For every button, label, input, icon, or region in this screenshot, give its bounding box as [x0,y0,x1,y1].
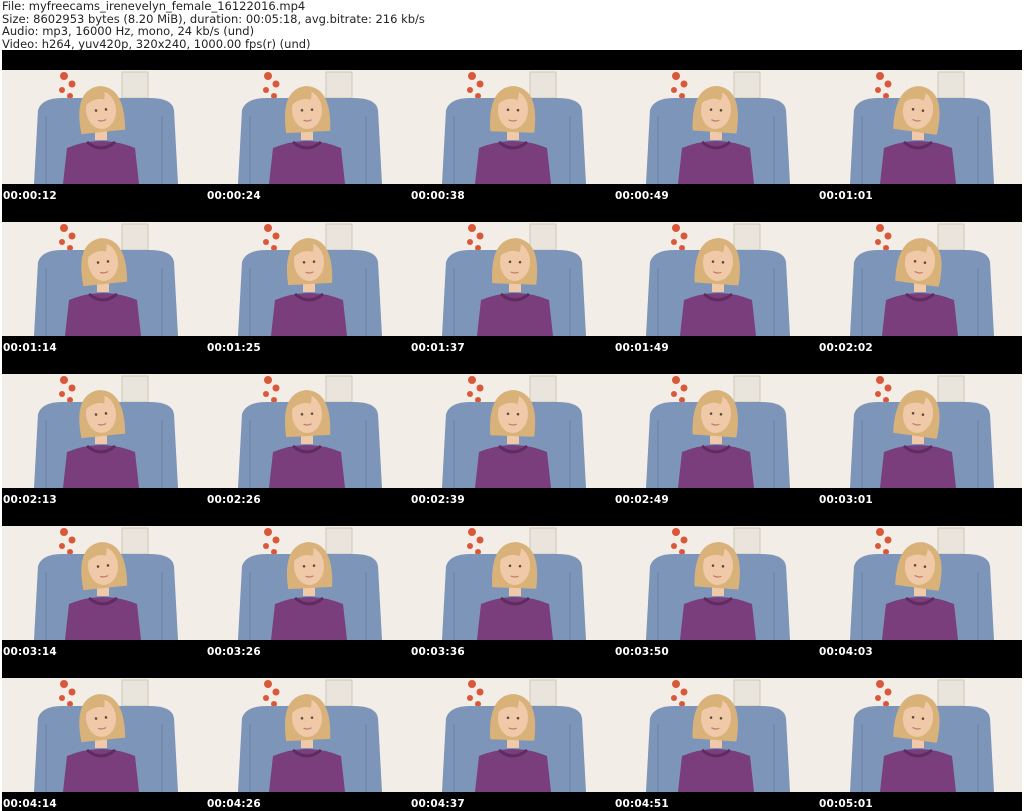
thumbnail-timestamp: 00:04:03 [819,646,873,658]
thumbnail: 00:04:51 [614,658,818,810]
thumbnail: 00:02:26 [206,354,410,506]
thumbnail-timestamp: 00:00:12 [3,190,57,202]
thumbnail: 00:01:01 [818,50,1022,202]
thumbnail-timestamp: 00:04:51 [615,798,669,810]
video-frame-image [2,374,206,488]
thumbnail-timestamp: 00:03:26 [207,646,261,658]
thumbnail: 00:03:50 [614,506,818,658]
video-frame-image [410,678,614,792]
video-frame-image [410,374,614,488]
thumbnail-timestamp: 00:04:14 [3,798,57,810]
thumbnail: 00:00:12 [2,50,206,202]
video-frame-image [614,374,818,488]
thumbnail: 00:04:14 [2,658,206,810]
video-frame-image [2,526,206,640]
thumbnail: 00:01:14 [2,202,206,354]
thumbnail-timestamp: 00:02:26 [207,494,261,506]
thumbnail-grid: 00:00:12 00:00:24 00:00:38 00:00:49 00:01:01… [2,50,1022,811]
thumbnail-timestamp: 00:03:36 [411,646,465,658]
video-frame-image [410,526,614,640]
thumbnail-timestamp: 00:00:49 [615,190,669,202]
thumbnail: 00:03:14 [2,506,206,658]
audio-info-line: Audio: mp3, 16000 Hz, mono, 24 kb/s (und… [2,24,255,38]
thumbnail: 00:01:37 [410,202,614,354]
thumbnail-timestamp: 00:04:37 [411,798,465,810]
thumbnail: 00:02:49 [614,354,818,506]
video-frame-image [206,526,410,640]
thumbnail-timestamp: 00:03:14 [3,646,57,658]
thumbnail: 00:04:37 [410,658,614,810]
thumbnail: 00:03:36 [410,506,614,658]
thumbnail: 00:01:25 [206,202,410,354]
thumbnail: 00:03:26 [206,506,410,658]
thumbnail-timestamp: 00:02:39 [411,494,465,506]
thumbnail: 00:03:01 [818,354,1022,506]
file-name-line: File: myfreecams_irenevelyn_female_16122… [2,0,306,13]
thumbnail-timestamp: 00:02:13 [3,494,57,506]
video-frame-image [818,374,1022,488]
thumbnail-timestamp: 00:01:01 [819,190,873,202]
video-frame-image [818,678,1022,792]
thumbnail-timestamp: 00:05:01 [819,798,873,810]
video-frame-image [614,526,818,640]
thumbnail: 00:01:49 [614,202,818,354]
video-frame-image [2,678,206,792]
video-frame-image [410,70,614,184]
video-frame-image [818,222,1022,336]
video-frame-image [818,526,1022,640]
file-info-header: File: myfreecams_irenevelyn_female_16122… [2,0,1022,50]
thumbnail-timestamp: 00:03:50 [615,646,669,658]
thumbnail-timestamp: 00:02:02 [819,342,873,354]
video-frame-image [2,222,206,336]
thumbnail: 00:05:01 [818,658,1022,810]
video-frame-image [614,70,818,184]
thumbnail: 00:00:49 [614,50,818,202]
thumbnail-timestamp: 00:01:14 [3,342,57,354]
thumbnail-timestamp: 00:01:49 [615,342,669,354]
thumbnail: 00:02:13 [2,354,206,506]
thumbnail-timestamp: 00:03:01 [819,494,873,506]
thumbnail-timestamp: 00:02:49 [615,494,669,506]
thumbnail-timestamp: 00:00:38 [411,190,465,202]
video-frame-image [206,678,410,792]
video-info-line: Video: h264, yuv420p, 320x240, 1000.00 f… [2,36,311,51]
thumbnail: 00:04:03 [818,506,1022,658]
video-frame-image [614,678,818,792]
thumbnail-timestamp: 00:01:25 [207,342,261,354]
video-frame-image [206,374,410,488]
thumbnail: 00:02:02 [818,202,1022,354]
video-frame-image [410,222,614,336]
thumbnail: 00:00:24 [206,50,410,202]
video-frame-image [614,222,818,336]
thumbnail-timestamp: 00:00:24 [207,190,261,202]
video-frame-image [206,70,410,184]
thumbnail: 00:02:39 [410,354,614,506]
video-frame-image [2,70,206,184]
thumbnail: 00:00:38 [410,50,614,202]
thumbnail: 00:04:26 [206,658,410,810]
thumbnail-timestamp: 00:01:37 [411,342,465,354]
video-frame-image [818,70,1022,184]
thumbnail-timestamp: 00:04:26 [207,798,261,810]
video-frame-image [206,222,410,336]
